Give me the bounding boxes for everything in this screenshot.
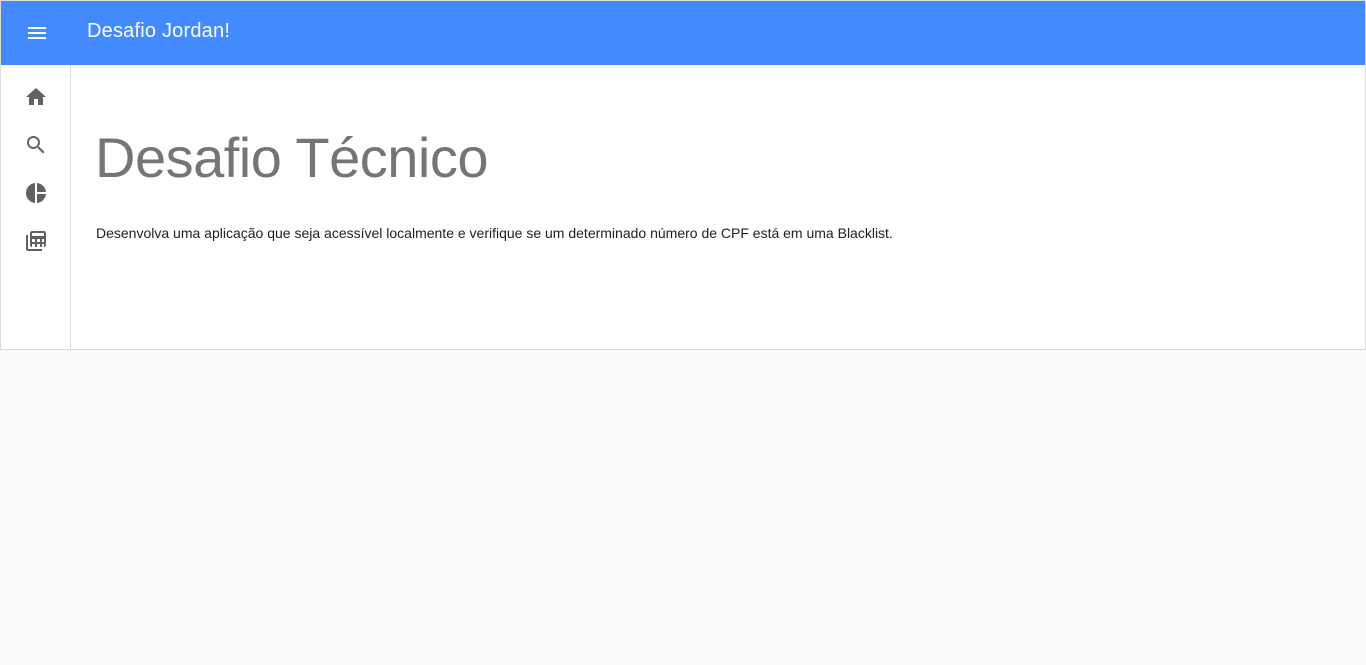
page-title: Desafio Técnico: [95, 126, 489, 189]
sidebar-item-home[interactable]: [12, 77, 60, 117]
search-icon: [27, 136, 45, 154]
app-bar: Desafio Jordan!: [1, 1, 1365, 65]
sidebar-item-search[interactable]: [12, 125, 60, 165]
pie-chart-icon: [26, 183, 46, 203]
page-description: Desenvolva uma aplicação que seja acessí…: [96, 225, 893, 241]
sidebar: [1, 65, 71, 349]
table-icon: [26, 231, 46, 251]
menu-icon: [28, 27, 46, 39]
app-title: Desafio Jordan!: [87, 20, 231, 42]
main-content: Desafio Técnico Desenvolva uma aplicação…: [72, 65, 1365, 349]
home-icon: [26, 88, 46, 105]
app-frame: Desafio Jordan! Desafio Técnico Desenvol…: [0, 0, 1366, 350]
menu-button[interactable]: [21, 17, 53, 49]
sidebar-item-table[interactable]: [12, 221, 60, 261]
sidebar-item-chart[interactable]: [12, 173, 60, 213]
